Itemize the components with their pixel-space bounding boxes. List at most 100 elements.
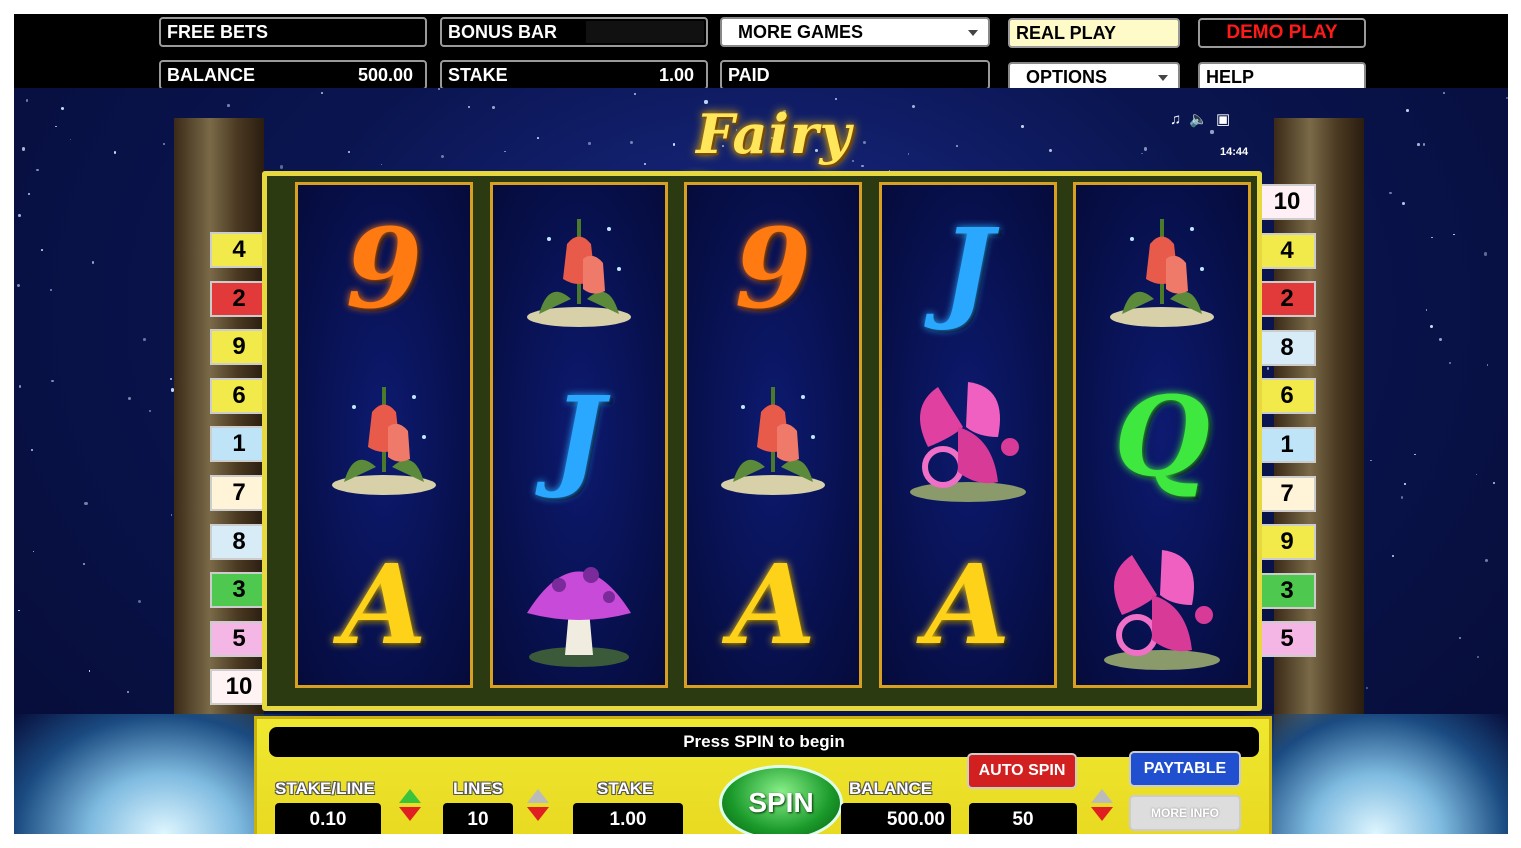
chevron-down-icon [1158, 75, 1168, 81]
symbol-flower-icon [526, 219, 631, 327]
stake-line-stepper[interactable] [399, 789, 421, 829]
lines-stepper[interactable] [527, 789, 549, 829]
star-dot [1486, 364, 1488, 366]
demo-play-label: DEMO PLAY [1226, 22, 1338, 43]
payline-indicator[interactable]: 4 [210, 232, 268, 268]
star-dot [149, 410, 152, 413]
star-dot [1475, 474, 1477, 476]
increase-arrow-icon[interactable] [527, 789, 549, 803]
symbol-a-text: A [924, 540, 1011, 669]
stake-value: 1.00 [573, 803, 683, 834]
star-dot [18, 214, 21, 217]
star-dot [84, 501, 88, 506]
demo-play-button[interactable]: DEMO PLAY [1198, 18, 1366, 48]
star-dot [834, 98, 838, 101]
help-label: HELP [1206, 67, 1255, 87]
star-dot [536, 137, 539, 140]
star-dot [27, 192, 31, 195]
fullscreen-icon[interactable]: ▣ [1216, 111, 1238, 128]
clock: 14:44 [1220, 146, 1249, 158]
payline-indicator[interactable]: 5 [210, 620, 268, 657]
star-dot [1417, 143, 1420, 147]
payline-indicator[interactable]: 6 [1258, 378, 1316, 415]
payline-indicator[interactable]: 8 [210, 523, 268, 560]
paytable-button[interactable]: PAYTABLE [1129, 751, 1241, 787]
symbol-dragon [882, 353, 1054, 521]
bonus-bar: BONUS BAR [440, 17, 708, 47]
payline-indicator[interactable]: 2 [1258, 281, 1316, 318]
star-dot [1483, 252, 1488, 256]
control-panel: Press SPIN to begin STAKE/LINE 0.10 LINE… [254, 716, 1272, 834]
real-play-label: REAL PLAY [1016, 23, 1117, 43]
payline-indicator[interactable]: 10 [1258, 184, 1316, 220]
increase-arrow-icon[interactable] [1091, 789, 1113, 803]
star-dot [1400, 496, 1403, 499]
symbol-mushroom [493, 521, 665, 685]
more-info-button[interactable]: MORE INFO [1129, 795, 1241, 831]
star-dot [18, 609, 20, 612]
star-dot [1492, 481, 1496, 485]
star-dot [279, 165, 283, 169]
symbol-q-text: Q [1114, 372, 1210, 501]
stake-value: 1.00 [658, 65, 694, 85]
music-icon[interactable]: ♫ [1170, 111, 1189, 128]
star-dot [1484, 559, 1488, 563]
payline-indicator[interactable]: 1 [1258, 427, 1316, 463]
star-dot [91, 261, 94, 264]
symbol-flower [687, 353, 859, 521]
payline-indicator[interactable]: 7 [210, 475, 268, 511]
star-dot [1414, 453, 1416, 456]
more-games-label: MORE GAMES [738, 22, 864, 42]
star-dot [1392, 555, 1395, 558]
star-dot [1370, 459, 1372, 462]
payline-indicator[interactable]: 7 [1258, 475, 1316, 512]
reel-1: 9A [295, 182, 473, 688]
stake-label: STAKE [597, 779, 654, 798]
payline-indicator[interactable]: 5 [1258, 621, 1316, 658]
auto-spin-stepper[interactable] [1091, 789, 1113, 829]
star-dot [320, 92, 323, 95]
symbol-a-text: A [730, 540, 816, 669]
decrease-arrow-icon[interactable] [399, 807, 421, 821]
star-dot [491, 105, 495, 109]
star-dot [55, 125, 57, 128]
symbol-dragon-icon [909, 382, 1026, 502]
payline-indicator[interactable]: 6 [210, 377, 268, 414]
star-dot [128, 397, 132, 400]
star-dot [1439, 338, 1443, 342]
auto-spin-button[interactable]: AUTO SPIN [967, 753, 1077, 789]
speaker-icon[interactable]: 🔈 [1189, 111, 1216, 128]
payline-indicator[interactable]: 9 [1258, 524, 1316, 561]
star-dot [33, 550, 35, 553]
star-dot [1430, 325, 1434, 329]
payline-indicator[interactable]: 1 [210, 426, 268, 463]
payline-indicator[interactable]: 3 [1258, 572, 1316, 609]
star-dot [380, 163, 382, 165]
decrease-arrow-icon[interactable] [527, 807, 549, 821]
payline-indicator[interactable]: 3 [210, 572, 268, 609]
decrease-arrow-icon[interactable] [1091, 807, 1113, 821]
payline-indicator[interactable]: 9 [210, 329, 268, 366]
bonus-bar-fill [586, 21, 704, 43]
star-dot [468, 106, 470, 108]
payline-indicator[interactable]: 4 [1258, 232, 1316, 269]
symbol-a: A [298, 521, 470, 685]
star-dot [88, 670, 91, 672]
payline-indicator[interactable]: 8 [1258, 329, 1316, 366]
real-play-button[interactable]: REAL PLAY [1008, 18, 1180, 48]
star-dot [1141, 152, 1143, 155]
payline-indicator[interactable]: 2 [210, 280, 268, 317]
star-dot [1020, 125, 1024, 128]
more-games-dropdown[interactable]: MORE GAMES [720, 17, 990, 47]
reel-4: JA [878, 182, 1057, 688]
symbol-a: A [882, 521, 1054, 685]
stake-line-label: STAKE/LINE [275, 779, 375, 798]
symbol-flower-icon [332, 387, 436, 495]
symbol-flower [493, 185, 665, 353]
spin-button[interactable]: SPIN [719, 765, 843, 834]
free-bets-field: FREE BETS [159, 17, 427, 47]
increase-arrow-icon[interactable] [399, 789, 421, 803]
star-dot [170, 514, 173, 516]
payline-indicator[interactable]: 10 [210, 669, 268, 706]
stake-label: STAKE [448, 65, 508, 85]
